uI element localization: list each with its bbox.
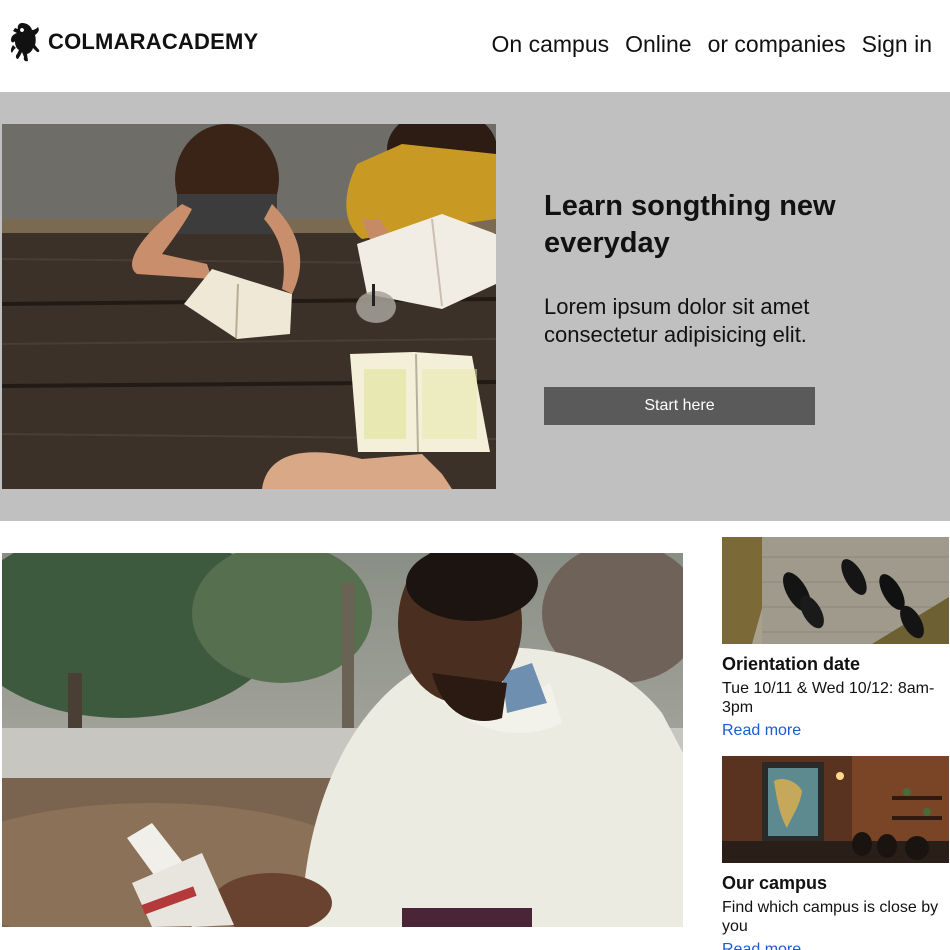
orientation-card: Orientation date Tue 10/11 & Wed 10/12: …	[722, 537, 950, 740]
campus-text: Find which campus is close by you	[722, 899, 939, 935]
orientation-text: Tue 10/11 & Wed 10/12: 8am-3pm	[722, 680, 935, 716]
brand-name: COLMARACADEMY	[48, 29, 259, 54]
start-here-button[interactable]: Start here	[544, 387, 815, 425]
nav-online[interactable]: Online	[625, 28, 691, 60]
orientation-title: Orientation date	[722, 654, 861, 674]
orientation-image	[722, 537, 949, 644]
site-header: COLMARACADEMY On campus Online or compan…	[0, 0, 950, 92]
hero-section: Learn songthing new everyday Lorem ipsum…	[0, 92, 950, 521]
nav-sign-in[interactable]: Sign in	[862, 28, 932, 60]
hero-title: Learn songthing new everyday	[544, 190, 836, 259]
campus-read-more-link[interactable]: Read more	[722, 941, 950, 950]
campus-title: Our campus	[722, 873, 828, 893]
hero-description: Lorem ipsum dolor sit amet consectetur a…	[544, 294, 810, 347]
nav-on-campus[interactable]: On campus	[492, 28, 610, 60]
orientation-read-more-link[interactable]: Read more	[722, 722, 950, 740]
campus-image	[722, 756, 949, 863]
main-image-man-reading	[2, 553, 683, 927]
lion-rampant-icon	[10, 23, 40, 62]
hero-image-students-reading	[2, 124, 496, 489]
campus-card: Our campus Find which campus is close by…	[722, 756, 950, 950]
main-nav: On campus Online or companies Sign in	[492, 28, 933, 60]
brand[interactable]: COLMARACADEMY	[8, 20, 258, 64]
nav-for-companies[interactable]: or companies	[708, 28, 846, 60]
